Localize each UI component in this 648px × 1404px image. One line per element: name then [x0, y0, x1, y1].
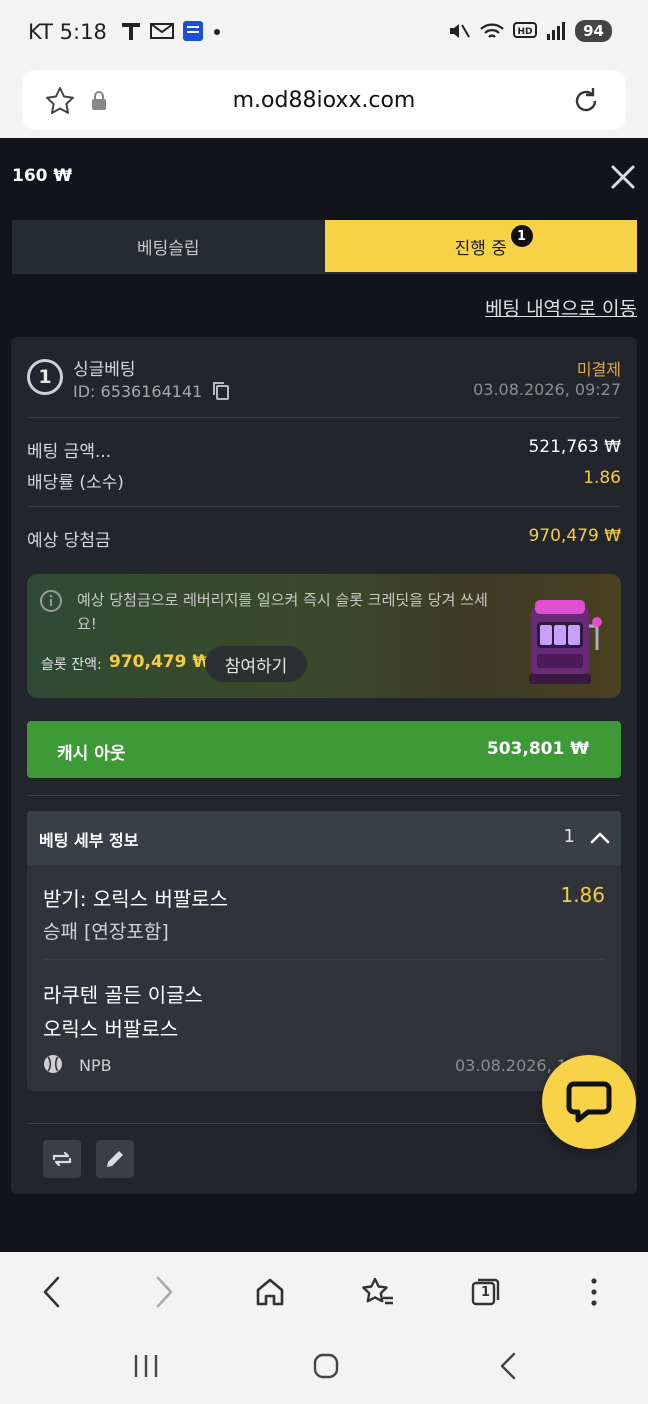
home-team: 라쿠텐 골든 이글스	[43, 983, 203, 1007]
bet-number-icon: 1	[27, 359, 63, 395]
hd-icon: HD	[513, 22, 538, 38]
status-badge: 미결제	[576, 360, 621, 379]
chat-bubble-icon	[566, 1081, 612, 1123]
rebet-button[interactable]	[43, 1140, 81, 1178]
market-name: 승패 [연장포함]	[43, 921, 169, 943]
join-button[interactable]: 참여하기	[205, 646, 307, 682]
stake-label: 베팅 금액...	[27, 442, 112, 462]
promo-text: 예상 당첨금으로 레버리지를 일으켜 즉시 슬롯 크레딧을 당겨 쓰세요!	[77, 591, 488, 633]
slot-balance-label: 슬롯 잔액:	[41, 657, 102, 673]
away-team: 오릭스 버팔로스	[43, 1017, 179, 1041]
tab-in-progress-label: 진행 중	[454, 238, 507, 259]
account-balance: 160 ₩	[12, 166, 73, 186]
chevron-right-icon	[156, 1276, 173, 1308]
home-icon	[256, 1278, 284, 1306]
divider	[43, 959, 605, 960]
cashout-label: 캐시 아웃	[57, 744, 126, 764]
news-app-icon	[183, 21, 203, 41]
status-time: KT 5:18	[28, 20, 107, 44]
dot-icon	[214, 29, 220, 35]
divider	[27, 1123, 621, 1124]
forward-button[interactable]	[144, 1272, 184, 1312]
url-text[interactable]: m.od88ioxx.com	[22, 88, 626, 113]
stake-value: 521,763 ₩	[528, 437, 621, 457]
betslip-panel: 160 ₩ 베팅슬립 진행 중 1 베팅 내역으로 이동 1 싱글베팅 ID: …	[0, 138, 648, 1252]
bookmark-list-icon	[362, 1277, 393, 1305]
cashout-amount: 503,801 ₩	[486, 739, 589, 759]
browser-toolbar: m.od88ioxx.com	[0, 64, 648, 138]
slot-machine-icon	[529, 600, 602, 684]
baseball-icon	[44, 1055, 62, 1073]
bet-history-link[interactable]: 베팅 내역으로 이동	[485, 294, 637, 321]
tab-in-progress[interactable]: 진행 중 1	[324, 220, 637, 272]
bet-details-title: 베팅 세부 정보	[39, 831, 139, 850]
bet-details-body: 받기: 오릭스 버팔로스 1.86 승패 [연장포함] 라쿠텐 골든 이글스 오…	[27, 865, 621, 1091]
status-system-icons: HD 94	[447, 20, 612, 42]
bet-id-text: ID: 6536164141	[73, 381, 203, 401]
browser-bottom-nav: 1	[0, 1252, 648, 1330]
tab-count: 1	[481, 1285, 491, 1300]
odds-value: 1.86	[583, 468, 621, 488]
divider	[27, 417, 621, 418]
slot-balance-amount: 970,479 ₩	[109, 652, 212, 672]
bet-type: 싱글베팅	[73, 360, 136, 380]
potential-win-value: 970,479 ₩	[528, 526, 621, 546]
reload-icon[interactable]	[570, 85, 602, 117]
status-notification-icons	[120, 20, 222, 42]
close-icon[interactable]	[608, 162, 638, 192]
edit-bet-button[interactable]	[96, 1140, 134, 1178]
match-date: 03.08.2026, 1	[455, 1056, 567, 1075]
pencil-icon	[107, 1151, 123, 1167]
chevron-up-icon[interactable]	[589, 828, 611, 848]
bet-card: 1 싱글베팅 ID: 6536164141 미결제 03.08.2026, 09…	[11, 337, 637, 1194]
mute-icon	[450, 24, 470, 38]
system-nav-bar	[0, 1330, 648, 1404]
bet-date: 03.08.2026, 09:27	[473, 380, 621, 399]
more-vertical-icon	[591, 1278, 597, 1306]
address-bar[interactable]: m.od88ioxx.com	[22, 70, 626, 130]
bookmarks-button[interactable]	[358, 1272, 398, 1312]
status-bar: KT 5:18 HD 94	[0, 0, 648, 64]
home-button[interactable]	[250, 1272, 290, 1312]
repeat-icon	[52, 1151, 72, 1167]
divider	[27, 506, 621, 507]
home-nav-icon[interactable]	[312, 1352, 340, 1380]
copy-icon[interactable]	[212, 381, 230, 401]
signal-icon	[547, 22, 566, 40]
browser-menu-button[interactable]	[574, 1272, 614, 1312]
selection-odds: 1.86	[560, 883, 605, 907]
slot-credit-promo: 예상 당첨금으로 레버리지를 일으켜 즉시 슬롯 크레딧을 당겨 쓰세요! 슬롯…	[27, 574, 621, 698]
odds-label: 배당률 (소수)	[27, 473, 124, 493]
tab-betslip-label: 베팅슬립	[136, 238, 200, 259]
tabs-button[interactable]: 1	[465, 1272, 505, 1312]
live-chat-button[interactable]	[542, 1055, 636, 1149]
tab-betslip[interactable]: 베팅슬립	[12, 220, 325, 272]
divider	[27, 795, 621, 796]
betslip-tabs: 베팅슬립 진행 중 1	[12, 220, 637, 274]
bet-details-toggle[interactable]: 베팅 세부 정보 1	[27, 811, 621, 865]
league-name: NPB	[79, 1056, 112, 1075]
potential-win-label: 예상 당첨금	[27, 531, 111, 551]
selection-name: 받기: 오릭스 버팔로스	[43, 887, 229, 911]
bet-id: ID: 6536164141	[73, 381, 230, 401]
t-app-icon	[122, 23, 140, 40]
bet-details-count: 1	[563, 826, 575, 847]
info-icon	[40, 590, 62, 612]
recent-apps-icon[interactable]	[132, 1352, 160, 1380]
svg-text:HD: HD	[518, 27, 533, 37]
wifi-icon	[480, 23, 504, 38]
battery-level: 94	[575, 20, 612, 42]
back-nav-icon[interactable]	[496, 1352, 520, 1380]
tab-count-badge: 1	[510, 225, 533, 247]
chevron-left-icon	[43, 1276, 60, 1308]
cashout-button[interactable]: 캐시 아웃 503,801 ₩	[27, 721, 621, 778]
back-button[interactable]	[32, 1272, 72, 1312]
mail-icon	[150, 23, 174, 39]
